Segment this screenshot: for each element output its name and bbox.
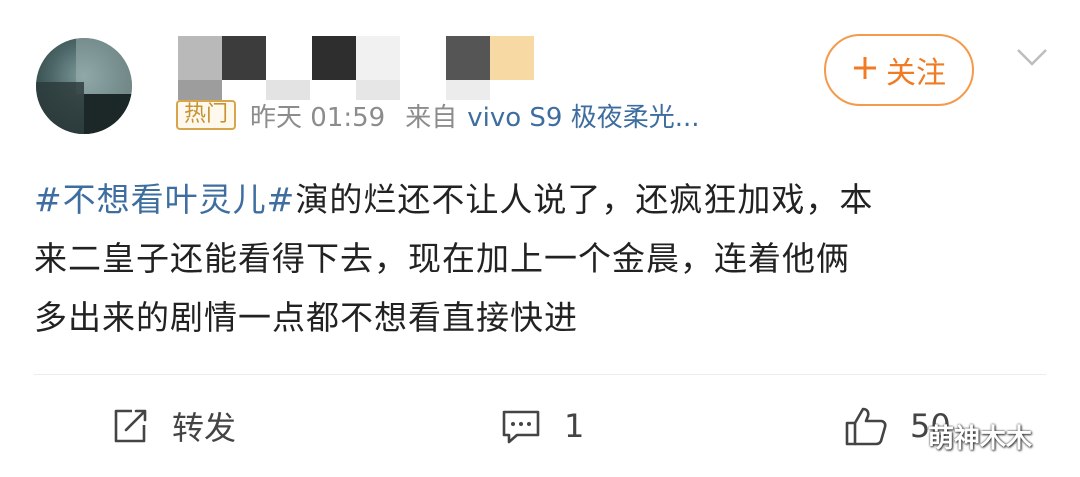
post-time: 昨天 01:59: [250, 102, 386, 133]
repost-label: 转发: [172, 409, 237, 447]
mosaic-block: [222, 36, 266, 80]
chevron-down-icon[interactable]: [1014, 40, 1050, 76]
watermark: 萌神木木: [928, 424, 1033, 454]
post-line-3: 多出来的剧情一点都不想看直接快进: [34, 298, 578, 337]
source-device-link[interactable]: vivo S9 极夜柔光...: [467, 97, 699, 134]
mosaic-block: [490, 36, 534, 80]
source-prefix: 来自: [405, 102, 458, 133]
hot-badge: 热门: [176, 100, 237, 130]
post-line-1: #不想看叶灵儿#演的烂还不让人说了，还疯狂加戏，本: [34, 170, 1044, 229]
comment-button[interactable]: 1: [500, 400, 584, 452]
hashtag-link[interactable]: #不想看叶灵儿#: [34, 180, 295, 219]
divider: [34, 374, 1046, 375]
avatar-pixel: [76, 38, 132, 94]
mosaic-block: [312, 36, 356, 80]
post-text-segment: 演的烂还不让人说了，还疯狂加戏，本: [295, 180, 874, 219]
plus-icon: [852, 50, 878, 90]
post-meta: 热门 昨天 01:59 来自 vivo S9 极夜柔光...: [176, 97, 700, 134]
follow-label: 关注: [886, 56, 946, 91]
comment-icon: [502, 410, 540, 444]
share-icon: [114, 409, 147, 443]
mosaic-block: [356, 36, 400, 80]
comment-count: 1: [564, 407, 585, 445]
repost-button[interactable]: 转发: [110, 400, 236, 452]
avatar[interactable]: [36, 38, 132, 134]
mosaic-block: [446, 36, 490, 80]
avatar-pixel: [84, 94, 132, 134]
mosaic-block: [178, 36, 222, 80]
post-body: #不想看叶灵儿#演的烂还不让人说了，还疯狂加戏，本 来二皇子还能看得下去，现在加…: [34, 170, 1044, 347]
thumbs-up-icon: [845, 407, 887, 446]
post-line-2: 来二皇子还能看得下去，现在加上一个金晨，连着他俩: [34, 239, 850, 278]
avatar-pixel: [36, 82, 84, 134]
follow-button[interactable]: 关注: [824, 34, 974, 106]
mosaic-block: [178, 80, 222, 100]
